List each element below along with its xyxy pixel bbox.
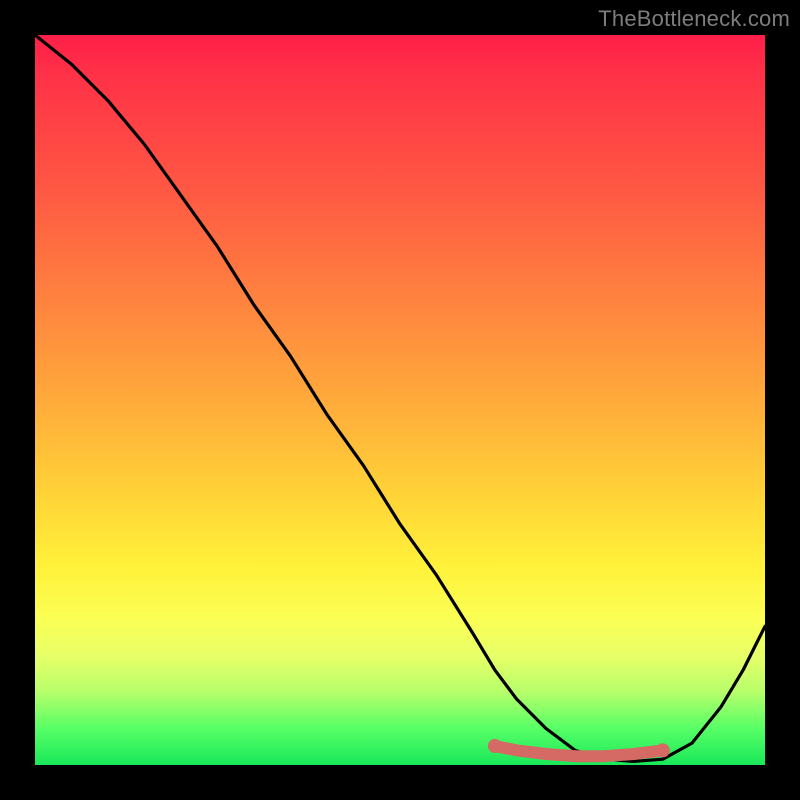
- chart-frame: TheBottleneck.com: [0, 0, 800, 800]
- highlight-band: [495, 746, 663, 756]
- highlight-dot: [488, 739, 502, 753]
- curve-svg: [35, 35, 765, 765]
- plot-area: [35, 35, 765, 765]
- highlight-dot: [656, 743, 670, 757]
- bottleneck-curve: [35, 35, 765, 761]
- watermark-text: TheBottleneck.com: [598, 6, 790, 32]
